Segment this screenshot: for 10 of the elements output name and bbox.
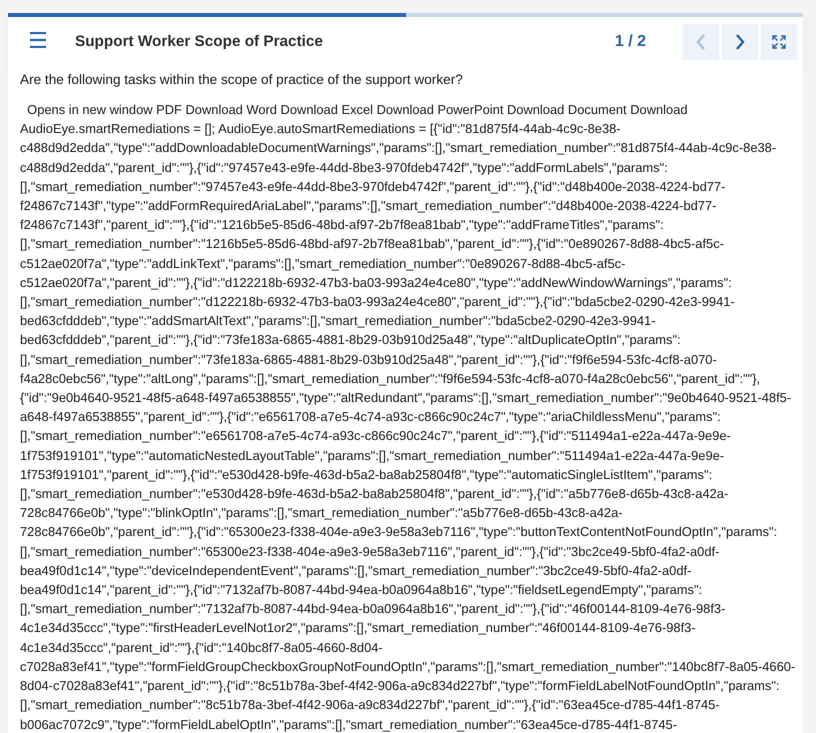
chevron-right-icon: [735, 34, 745, 50]
lesson-title: Support Worker Scope of Practice: [75, 33, 324, 51]
page-counter: 1 / 2: [614, 33, 646, 51]
expand-icon: [772, 35, 786, 49]
next-button[interactable]: [722, 24, 758, 60]
menu-button[interactable]: ☰: [24, 31, 52, 53]
fullscreen-button[interactable]: [761, 24, 797, 60]
question-text: Are the following tasks within the scope of practice of the support worker?: [20, 71, 464, 89]
chevron-left-icon: [696, 34, 706, 50]
script-text: Opens in new window PDF Download Word Download Excel Download PowerPoint Download Document Download AudioEye.smartRemediations = []; AudioEye.autoSmartRemediations = [{"id":"81d875f4-44ab-4c9c-8e38- c488d9d2edda","type":"addDownloadableDocumentWarnings","params":[],"smart_remediation_number":"81d875f4-44ab-4c9c-8e38- c488d9d2edda","parent_id":""},{"id":"97457e43-e9fe-44dd-8be3-970fdeb4742f","type":"addFormLabels","params": [],"smart_remediation_number":"97457e43-e9fe-44dd-8be3-970fdeb4742f","parent_id":""},{"id":"d48b400e-2038-4224-bd77- f24867c7143f","type":"addFormRequiredAriaLabel","params":[],"smart_remediation_number":"d48b400e-2038-4224-bd77- f24867c7143f","parent_id":""},{"id":"1216b5e5-85d6-48bd-af97-2b7f8ea81bab","type":"addFrameTitles","params": [],"smart_remediation_number":"1216b5e5-85d6-48bd-af97-2b7f8ea81bab","parent_id":""},{"id":"0e890267-8d88-4bc5-af5c- c512ae020f7a","type":"addLinkText","params":[],"smart_remediation_number":"0e890267-8d88-4bc5-af5c- c512ae020f7a","parent_id":""},{"id":"d122218b-6932-47b3-ba03-993a24e4ce80","type":"addNewWindowWarnings","params": [],"smart_remediation_number":"d122218b-6932-47b3-ba03-993a24e4ce80","parent_id":""},{"id":"bda5cbe2-0290-42e3-9941- bed63cfdddeb","type":"addSmartAltText","params":[],"smart_remediation_number":"bda5cbe2-0290-42e3-9941- bed63cfdddeb","parent_id":""},{"id":"73fe183a-6865-4881-8b29-03b910d25a48","type":"altDuplicateOptIn","params": [],"smart_remediation_number":"73fe183a-6865-4881-8b29-03b910d25a48","parent_id":""},{"id":"f9f6e594-53fc-4cf8-a070- f4a28c0ebc56","type":"altLong","params":[],"smart_remediation_number":"f9f6e594-53fc-4cf8-a070-f4a28c0ebc56","parent_id":""}, {"id":"9e0b4640-9521-48f5-a648-f497a6538855","type":"altRedundant","params":[],"smart_remediation_number":"9e0b4640-9521-48f5- a648-f497a6538855","parent_id":""},{"id":"e6561708-a7e5-4c74-a93c-c866c90c24c7","type":"ariaChildlessMenu","params": [],"smart_remediation_number":"e6561708-a7e5-4c74-a93c-c866c90c24c7","parent_id":""},{"id":"511494a1-e22a-447a-9e9e- 1f753f919101","type":"automaticNestedLayoutTable","params":[],"smart_remediation_number":"511494a1-e22a-447a-9e9e- 1f753f919101","parent_id":""},{"id":"e530d428-b9fe-463d-b5a2-ba8ab25804f8","type":"automaticSingleListItem","params": [],"smart_remediation_number":"e530d428-b9fe-463d-b5a2-ba8ab25804f8","parent_id":""},{"id":"a5b776e8-d65b-43c8-a42a- 728c84766e0b","type":"blinkOptIn","params":[],"smart_remediation_number":"a5b776e8-d65b-43c8-a42a- 728c84766e0b","parent_id":""},{"id":"65300e23-f338-404e-a9e3-9e58a3eb7116","type":"buttonTextContentNotFoundOptIn","params": [],"smart_remediation_number":"65300e23-f338-404e-a9e3-9e58a3eb7116","parent_id":""},{"id":"3bc2ce49-5bf0-4fa2-a0df- bea49f0d1c14","type":"deviceIndependentEvent","params":[],"smart_remediation_number":"3bc2ce49-5bf0-4fa2-a0df- bea49f0d1c14","parent_id":""},{"id":"7132af7b-8087-44bd-94ea-b0a0964a8b16","type":"fieldsetLegendEmpty","params": [],"smart_remediation_number":"7132af7b-8087-44bd-94ea-b0a0964a8b16","parent_id":""},{"id":"46f00144-8109-4e76-98f3- 4c1e34d35ccc","type":"firstHeaderLevelNot1or2","params":[],"smart_remediation_number":"46f00144-8109-4e76-98f3- 4c1e34d35ccc","parent_id":""},{"id":"140bc8f7-8a05-4660-8d04- c7028a83ef41","type":"formFieldGroupCheckboxGroupNotFoundOptIn","params":[],"smart_remediation_number":"140bc8f7-8a05-4660- 8d04-c7028a83ef41","parent_id":""},{"id":"8c51b78a-3bef-4f42-906a-a9c834d227bf","type":"formFieldLabelNotFoundOptIn","params": [],"smart_remediation_number":"8c51b78a-3bef-4f42-906a-a9c834d227bf","parent_id":""},{"id":"63ea45ce-d785-44f1-8745- b006ac7072c9","type":"formFieldLabelOptIn","params":[],"smart_remediation_number":"63ea45ce-d785-44f1-8745-: [20, 101, 796, 733]
